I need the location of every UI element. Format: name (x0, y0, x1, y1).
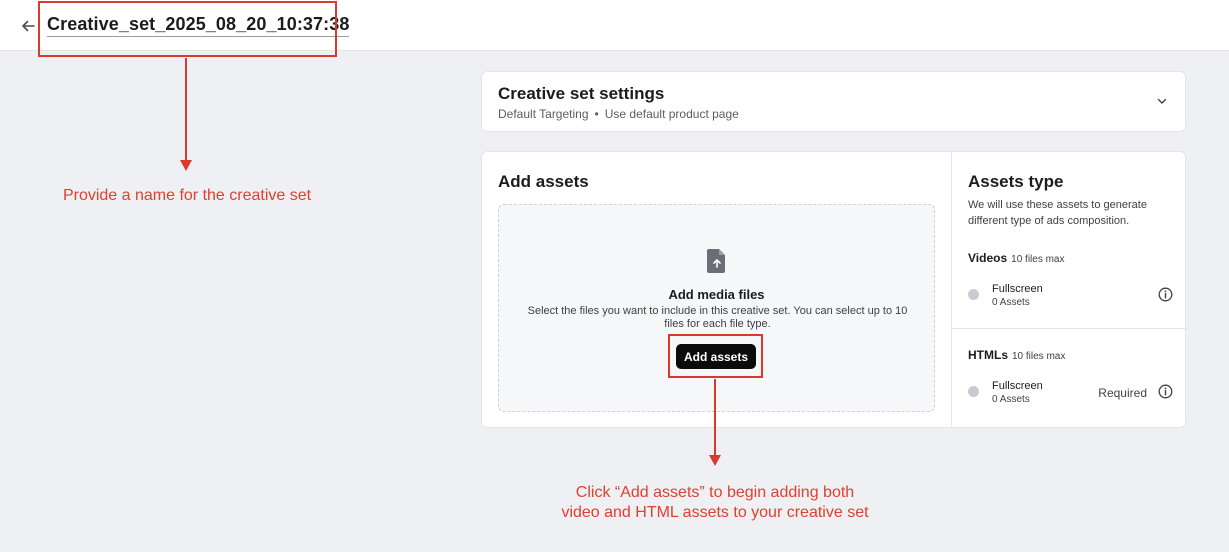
asset-name: Fullscreen (992, 380, 1043, 392)
targeting-label: Default Targeting (498, 107, 589, 121)
htmls-max: 10 files max (1012, 351, 1066, 362)
videos-fullscreen-row[interactable]: Fullscreen 0 Assets (968, 281, 1173, 311)
htmls-label: HTMLs (968, 348, 1008, 362)
asset-count: 0 Assets (992, 394, 1030, 405)
product-page-label: Use default product page (604, 107, 739, 121)
title-annotation-arrowhead (180, 160, 192, 171)
arrow-left-icon (22, 20, 35, 32)
separator-dot: • (594, 107, 599, 121)
info-icon[interactable] (1158, 384, 1173, 399)
asset-name: Fullscreen (992, 283, 1043, 295)
name-hint-annotation: Provide a name for the creative set (62, 187, 312, 204)
videos-group-label: Videos 10 files max (968, 251, 1065, 265)
creative-set-name-input[interactable]: Creative_set_2025_08_20_10:37:38 (47, 14, 350, 37)
videos-label: Videos (968, 251, 1008, 265)
add-hint-line-1: Click “Add assets” to begin adding both (575, 484, 855, 501)
assets-type-title: Assets type (968, 172, 1064, 191)
htmls-group-label: HTMLs 10 files max (968, 348, 1065, 362)
add-assets-card: Add assets Add media files Select the fi… (481, 151, 1187, 428)
info-icon[interactable] (1158, 287, 1173, 302)
dropzone-description: Select the files you want to include in … (527, 305, 908, 330)
creative-set-settings-card[interactable]: Creative set settings Default Targeting •… (481, 71, 1186, 132)
add-button-annotation-arrowhead (709, 455, 721, 466)
add-assets-title: Add assets (498, 172, 589, 191)
media-dropzone[interactable]: Add media files Select the files you wan… (498, 204, 935, 412)
add-button-annotation-arrow (714, 379, 716, 456)
assets-type-description: We will use these assets to generate dif… (968, 199, 1147, 227)
dropzone-title: Add media files (668, 287, 765, 302)
settings-summary: Default Targeting • Use default product pa… (498, 107, 739, 121)
htmls-fullscreen-row[interactable]: Fullscreen 0 Assets Required (968, 378, 1173, 408)
chevron-down-icon[interactable] (1155, 94, 1169, 108)
asset-count: 0 Assets (992, 297, 1030, 308)
htmls-fullscreen-radio[interactable] (968, 386, 979, 397)
settings-title: Creative set settings (498, 84, 665, 103)
file-upload-icon (707, 249, 725, 273)
videos-max: 10 files max (1011, 254, 1065, 265)
assets-type-panel: Assets type We will use these assets to … (951, 152, 1187, 427)
add-hint-line-2: video and HTML assets to your creative s… (561, 504, 869, 521)
add-assets-button[interactable]: Add assets (676, 344, 756, 369)
add-hint-annotation: Click “Add assets” to begin adding both … (520, 483, 910, 523)
group-divider (952, 328, 1187, 329)
title-annotation-arrow (185, 58, 187, 161)
back-button[interactable] (16, 14, 40, 38)
required-label: Required (1098, 386, 1147, 400)
top-bar: Creative_set_2025_08_20_10:37:38 (0, 0, 1229, 51)
videos-fullscreen-radio[interactable] (968, 289, 979, 300)
